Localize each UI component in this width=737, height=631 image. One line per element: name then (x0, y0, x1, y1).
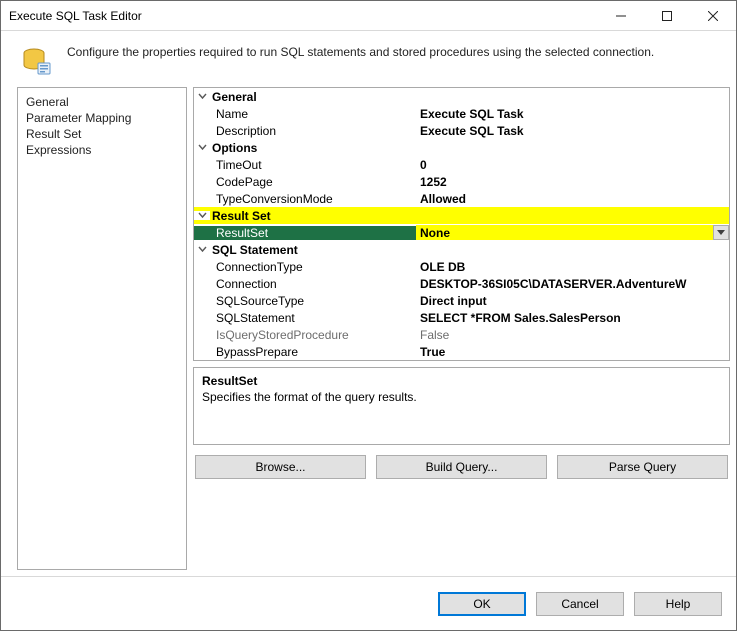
titlebar: Execute SQL Task Editor (1, 1, 736, 31)
category-label: Result Set (210, 209, 729, 223)
property-row[interactable]: IsQueryStoredProcedureFalse (194, 326, 729, 343)
category-row[interactable]: General (194, 88, 729, 105)
main-panel: GeneralNameExecute SQL TaskDescriptionEx… (193, 87, 730, 570)
property-name: SQLSourceType (194, 294, 416, 308)
browse-button[interactable]: Browse... (195, 455, 366, 479)
window-title: Execute SQL Task Editor (9, 9, 598, 23)
property-value[interactable]: SELECT *FROM Sales.SalesPerson (416, 311, 729, 325)
property-grid: GeneralNameExecute SQL TaskDescriptionEx… (193, 87, 730, 361)
dropdown-icon[interactable] (713, 225, 729, 240)
property-row[interactable]: SQLStatementSELECT *FROM Sales.SalesPers… (194, 309, 729, 326)
window: Execute SQL Task Editor Configure the pr… (0, 0, 737, 631)
property-row[interactable]: ResultSetNone (194, 224, 729, 241)
task-icon (21, 45, 53, 77)
property-row[interactable]: BypassPrepareTrue (194, 343, 729, 360)
category-label: SQL Statement (210, 243, 729, 257)
header-text: Configure the properties required to run… (67, 45, 654, 59)
property-name: BypassPrepare (194, 345, 416, 359)
property-name: CodePage (194, 175, 416, 189)
sidebar: General Parameter Mapping Result Set Exp… (17, 87, 187, 570)
property-row[interactable]: ConnectionTypeOLE DB (194, 258, 729, 275)
help-panel: ResultSet Specifies the format of the qu… (193, 367, 730, 445)
property-row[interactable]: SQLSourceTypeDirect input (194, 292, 729, 309)
maximize-button[interactable] (644, 1, 690, 31)
property-name: SQLStatement (194, 311, 416, 325)
property-name: Name (194, 107, 416, 121)
help-description: Specifies the format of the query result… (202, 390, 721, 404)
property-name: ConnectionType (194, 260, 416, 274)
ok-button[interactable]: OK (438, 592, 526, 616)
header: Configure the properties required to run… (1, 31, 736, 87)
build-query-button[interactable]: Build Query... (376, 455, 547, 479)
parse-query-button[interactable]: Parse Query (557, 455, 728, 479)
close-button[interactable] (690, 1, 736, 31)
property-name: Description (194, 124, 416, 138)
expand-collapse-icon[interactable] (194, 245, 210, 254)
help-title: ResultSet (202, 374, 721, 388)
property-value[interactable]: False (416, 328, 729, 342)
property-row[interactable]: NameExecute SQL Task (194, 105, 729, 122)
cancel-button[interactable]: Cancel (536, 592, 624, 616)
property-value[interactable]: None (416, 226, 713, 240)
sidebar-item-general[interactable]: General (26, 94, 178, 110)
category-label: General (210, 90, 729, 104)
category-label: Options (210, 141, 729, 155)
property-name: IsQueryStoredProcedure (194, 328, 416, 342)
property-name: TimeOut (194, 158, 416, 172)
expand-collapse-icon[interactable] (194, 92, 210, 101)
property-value[interactable]: Execute SQL Task (416, 124, 729, 138)
property-value[interactable]: 0 (416, 158, 729, 172)
property-row[interactable]: TypeConversionModeAllowed (194, 190, 729, 207)
property-value[interactable]: Execute SQL Task (416, 107, 729, 121)
property-name: ResultSet (194, 226, 416, 240)
expand-collapse-icon[interactable] (194, 211, 210, 220)
property-value[interactable]: DESKTOP-36SI05C\DATASERVER.AdventureW (416, 277, 729, 291)
sidebar-item-result-set[interactable]: Result Set (26, 126, 178, 142)
property-row[interactable]: TimeOut0 (194, 156, 729, 173)
expand-collapse-icon[interactable] (194, 143, 210, 152)
property-value[interactable]: 1252 (416, 175, 729, 189)
sidebar-item-parameter-mapping[interactable]: Parameter Mapping (26, 110, 178, 126)
dialog-footer: OK Cancel Help (1, 576, 736, 630)
property-value[interactable]: Direct input (416, 294, 729, 308)
help-button[interactable]: Help (634, 592, 722, 616)
property-name: TypeConversionMode (194, 192, 416, 206)
sidebar-item-expressions[interactable]: Expressions (26, 142, 178, 158)
property-row[interactable]: DescriptionExecute SQL Task (194, 122, 729, 139)
property-value[interactable]: Allowed (416, 192, 729, 206)
property-name: Connection (194, 277, 416, 291)
action-buttons: Browse... Build Query... Parse Query (193, 451, 730, 481)
category-row[interactable]: Options (194, 139, 729, 156)
property-row[interactable]: ConnectionDESKTOP-36SI05C\DATASERVER.Adv… (194, 275, 729, 292)
property-row[interactable]: CodePage1252 (194, 173, 729, 190)
category-row[interactable]: Result Set (194, 207, 729, 224)
minimize-button[interactable] (598, 1, 644, 31)
category-row[interactable]: SQL Statement (194, 241, 729, 258)
editor-body: General Parameter Mapping Result Set Exp… (1, 87, 736, 576)
property-value[interactable]: True (416, 345, 729, 359)
property-value[interactable]: OLE DB (416, 260, 729, 274)
